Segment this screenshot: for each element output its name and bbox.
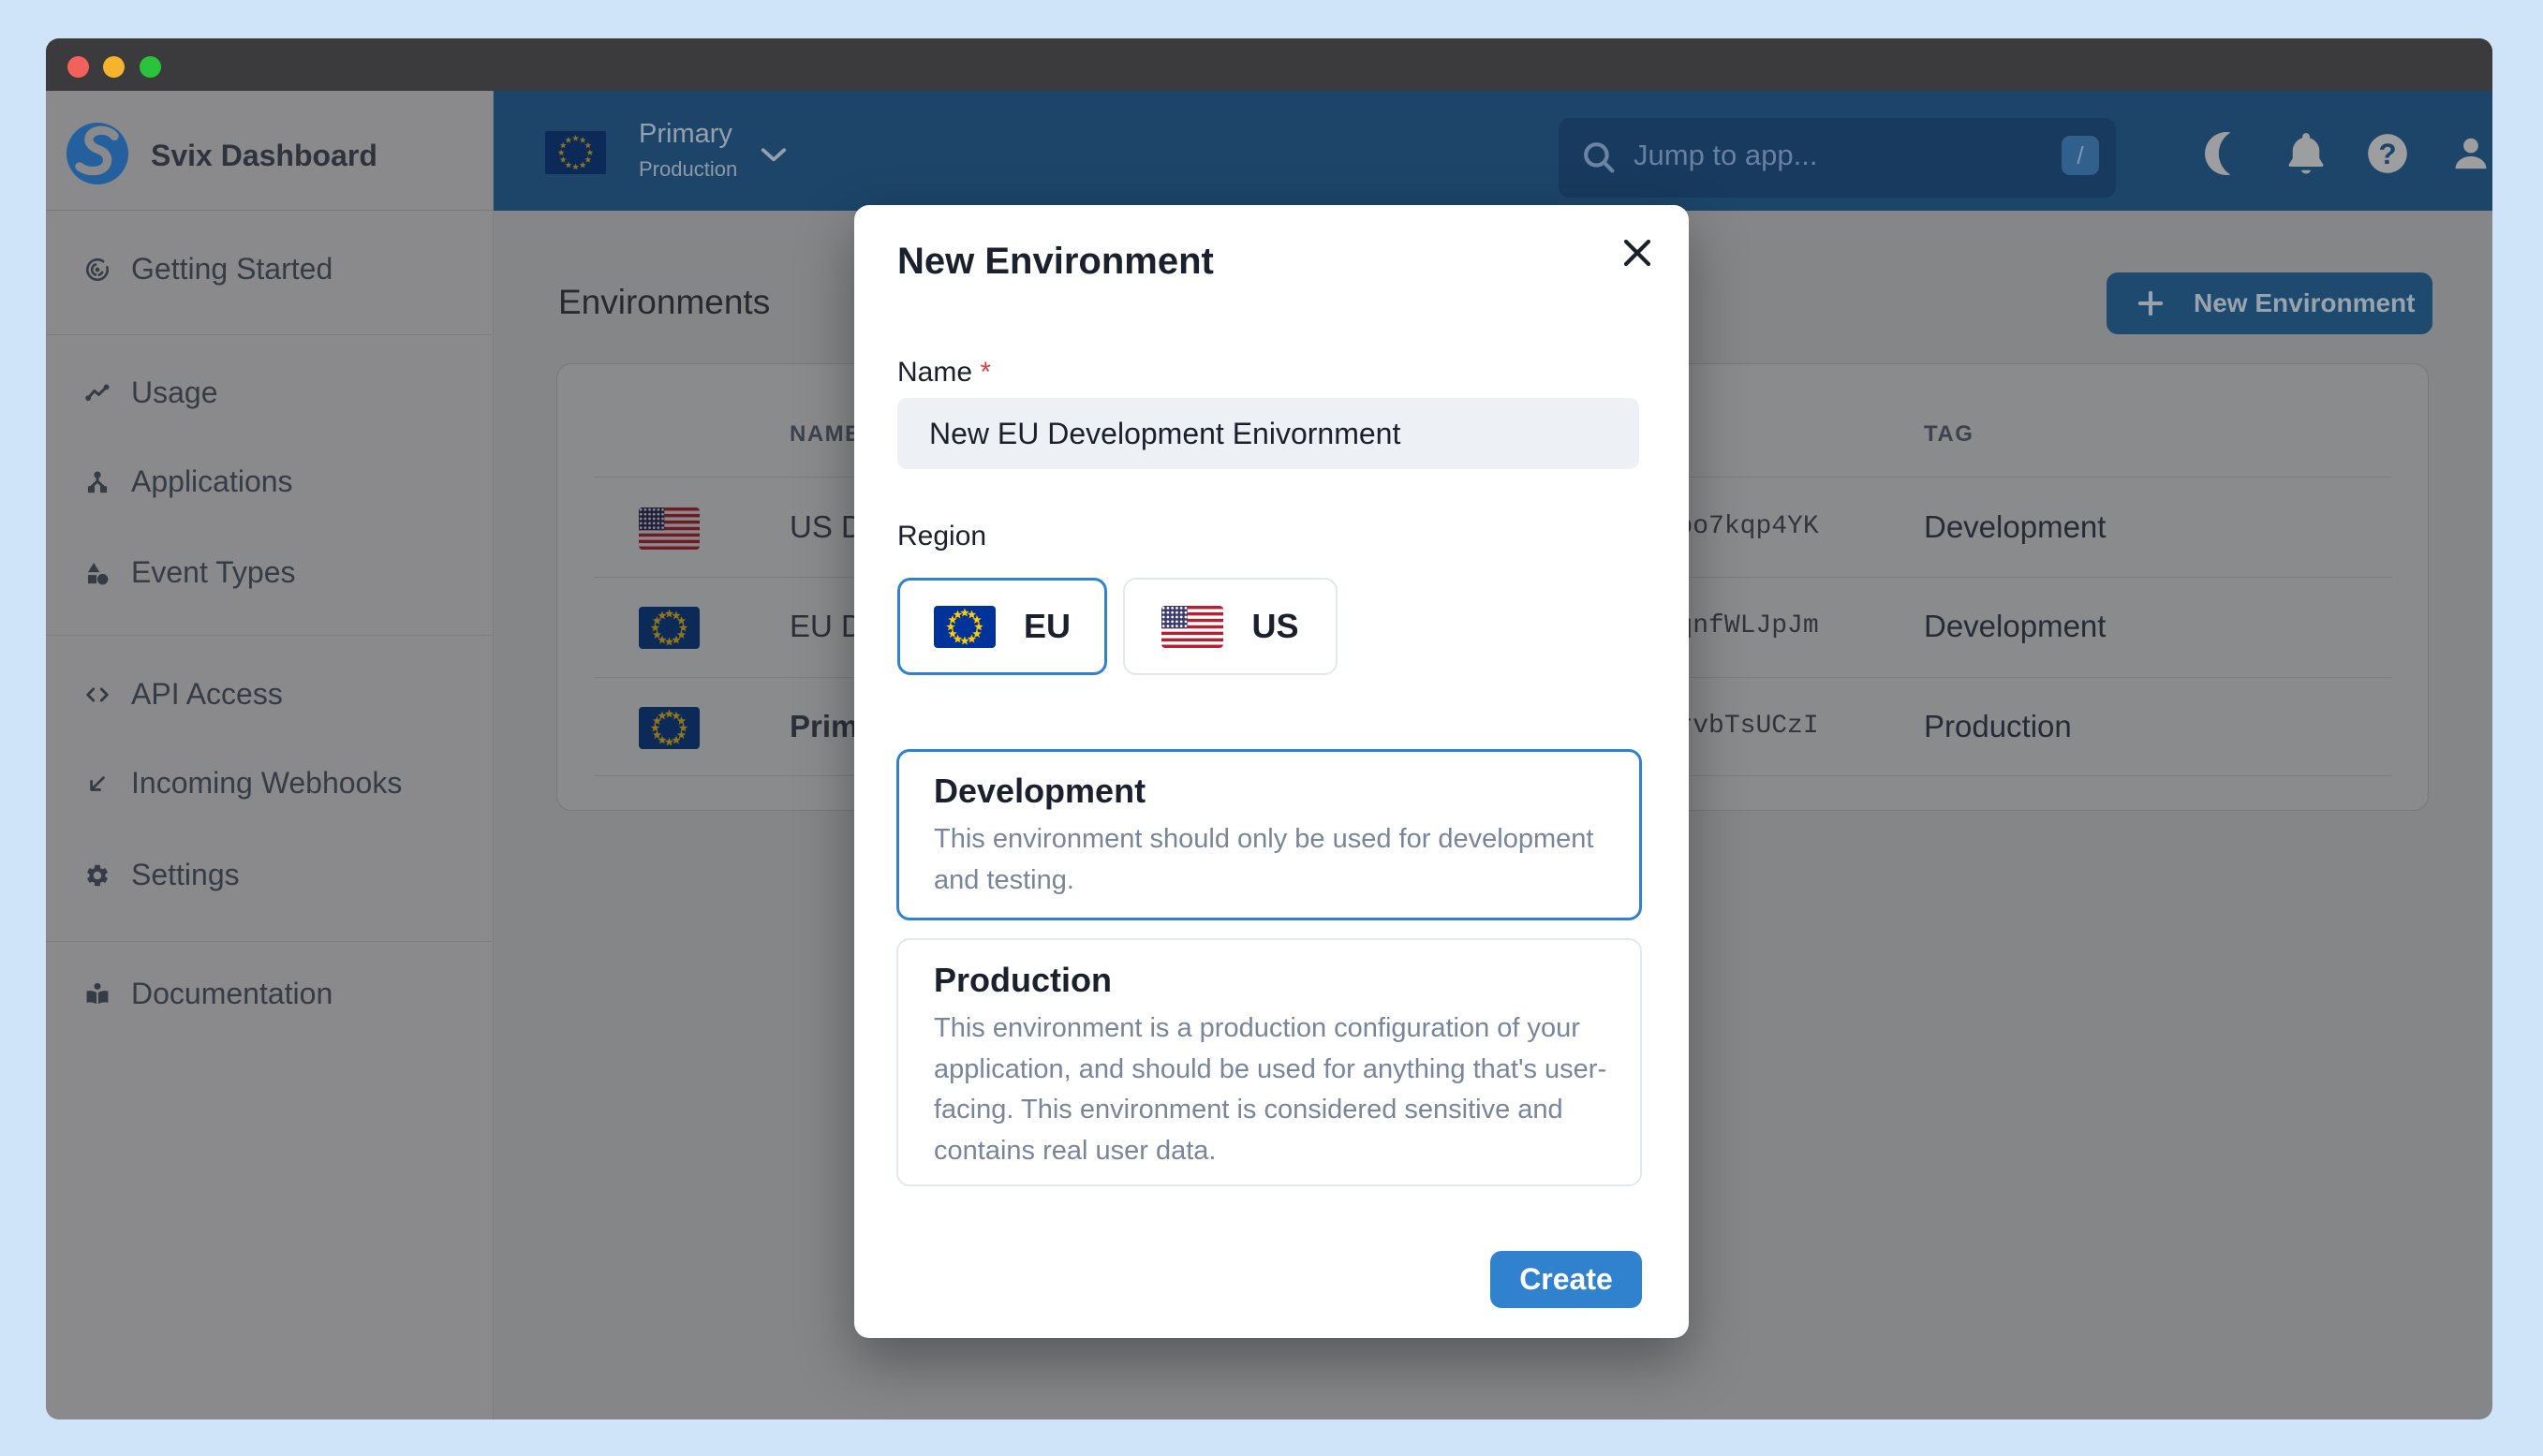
svg-text:?: ? xyxy=(2378,138,2396,170)
